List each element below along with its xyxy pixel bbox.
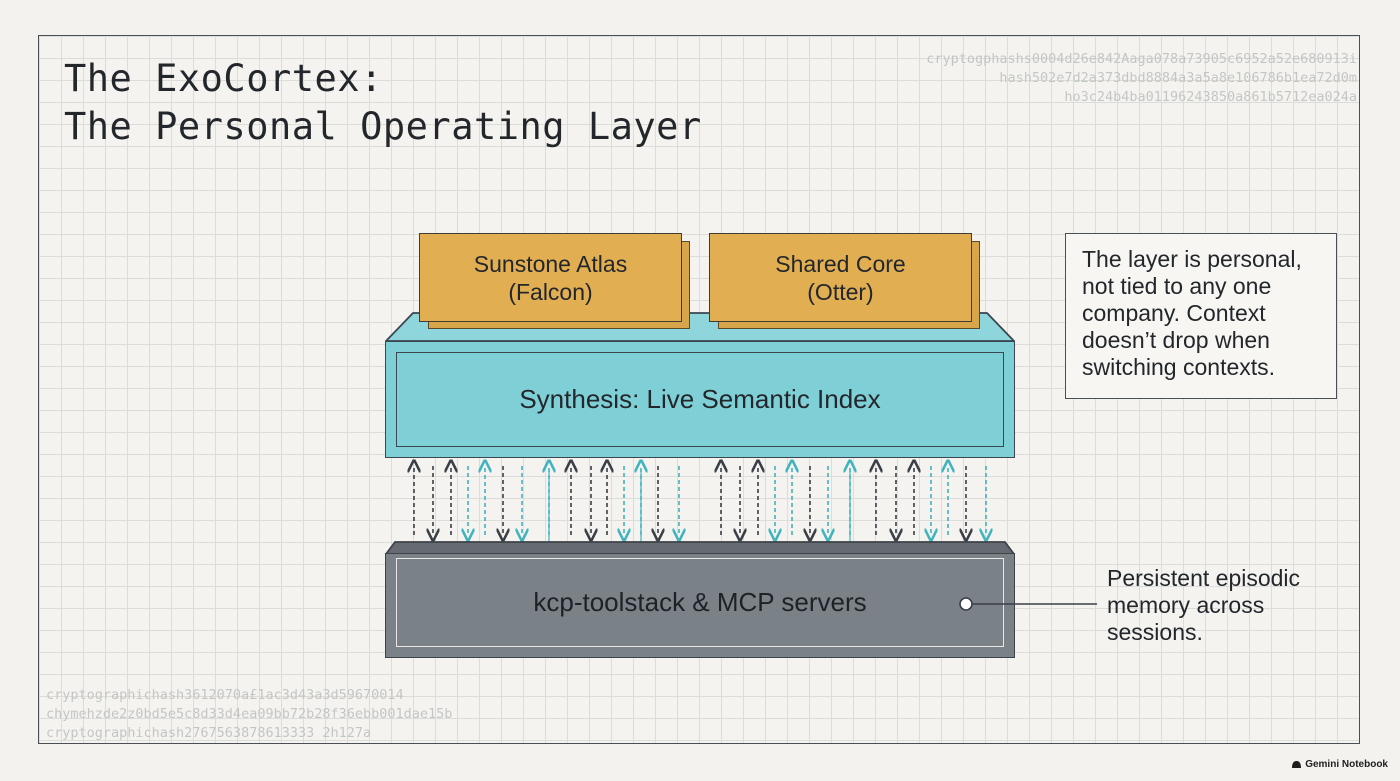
note-line: switching contexts. <box>1082 354 1276 380</box>
notebook-logo-icon <box>1292 761 1302 768</box>
note-line: not tied to any one <box>1082 273 1272 299</box>
note-line: Persistent episodic <box>1107 565 1301 591</box>
note-line: company. Context <box>1082 300 1266 326</box>
note-line: sessions. <box>1107 619 1203 645</box>
note-line: The layer is personal, <box>1082 246 1302 272</box>
note-line: doesn’t drop when <box>1082 327 1270 353</box>
toolstack-label: kcp-toolstack & MCP servers <box>396 558 1004 647</box>
footer-brand: Gemini Notebook <box>1291 759 1388 770</box>
toolstack-box: kcp-toolstack & MCP servers <box>385 553 1015 658</box>
episodic-memory-note: Persistent episodic memory across sessio… <box>1107 565 1300 646</box>
personal-layer-note: The layer is personal, not tied to any o… <box>1065 233 1337 399</box>
brand-label: Gemini Notebook <box>1305 759 1388 770</box>
note-line: memory across <box>1107 592 1265 618</box>
